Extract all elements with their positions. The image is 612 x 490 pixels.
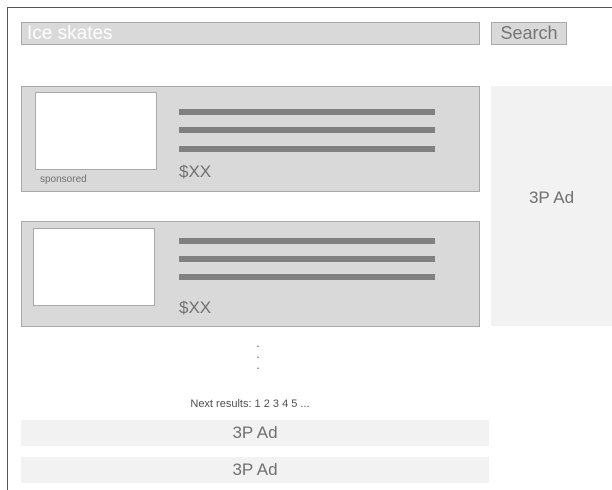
product-image[interactable]	[35, 92, 157, 170]
result-card[interactable]: sponsored $XX	[21, 86, 480, 192]
side-ad-label: 3P Ad	[528, 188, 575, 207]
search-input[interactable]: Ice skates	[21, 22, 480, 45]
product-image[interactable]	[33, 228, 155, 306]
description-line	[179, 256, 435, 262]
description-line	[179, 146, 435, 152]
description-line	[179, 238, 435, 244]
description-line	[179, 127, 435, 133]
price: $XX	[179, 298, 212, 317]
price: $XX	[179, 162, 212, 181]
pagination[interactable]: Next results: 1 2 3 4 5 ...	[0, 398, 500, 410]
sponsored-label: sponsored	[40, 174, 87, 185]
bottom-ad[interactable]: 3P Ad	[21, 457, 489, 483]
bottom-ad[interactable]: 3P Ad	[21, 420, 489, 446]
more-results-indicator: · · ·	[255, 338, 261, 375]
result-card[interactable]: $XX	[21, 221, 480, 327]
side-ad[interactable]: 3P Ad	[491, 86, 612, 326]
description-line	[179, 274, 435, 280]
search-button[interactable]: Search	[491, 22, 567, 45]
description-line	[179, 109, 435, 115]
